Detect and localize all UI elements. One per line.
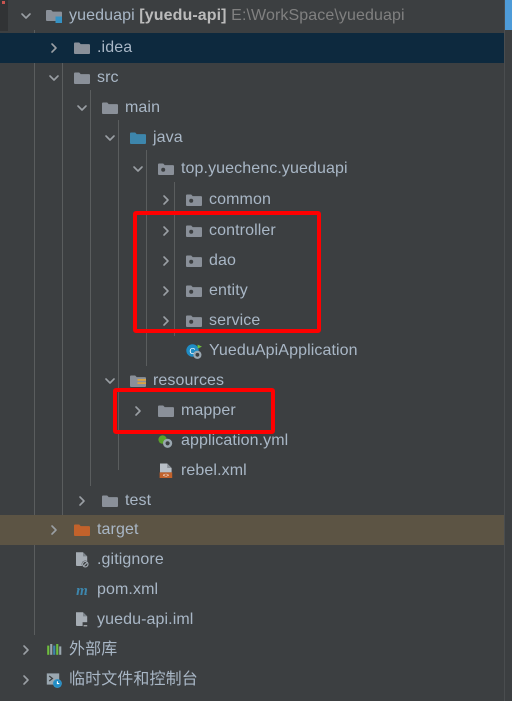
folder-icon bbox=[72, 69, 92, 87]
tree-row-main[interactable]: main bbox=[0, 93, 505, 123]
package-icon bbox=[184, 252, 204, 270]
spring-boot-class-icon: C bbox=[184, 342, 204, 360]
tree-row-controller[interactable]: controller bbox=[0, 216, 505, 246]
svg-text:m: m bbox=[76, 583, 88, 599]
gitignore-file-icon bbox=[72, 551, 92, 569]
chevron-down-icon[interactable] bbox=[74, 100, 90, 116]
chevron-down-icon[interactable] bbox=[102, 130, 118, 146]
chevron-right-icon[interactable] bbox=[18, 642, 34, 658]
external-libraries-icon bbox=[44, 641, 64, 659]
scratches-consoles-icon bbox=[44, 671, 64, 689]
tree-row-dao[interactable]: dao bbox=[0, 246, 505, 276]
tree-row-service[interactable]: service bbox=[0, 306, 505, 336]
tree-row-label-test: test bbox=[125, 492, 152, 509]
tree-row-label-top-yuechenc-yueduapi: top.yuechenc.yueduapi bbox=[181, 160, 348, 177]
svg-text:<>: <> bbox=[163, 473, 169, 479]
tree-row-label-controller: controller bbox=[209, 222, 276, 239]
chevron-down-icon[interactable] bbox=[130, 161, 146, 177]
maven-file-icon: m bbox=[72, 581, 92, 599]
tree-row-label-resources: resources bbox=[153, 372, 225, 389]
iml-file-icon bbox=[72, 611, 92, 629]
tree-row-yueduapiapplication[interactable]: C YueduApiApplication bbox=[0, 336, 505, 366]
folder-icon bbox=[72, 39, 92, 57]
tree-row-src[interactable]: src bbox=[0, 63, 505, 93]
project-tree-panel: yueduapi [yuedu-api] E:\WorkSpace\yuedua… bbox=[0, 0, 512, 701]
chevron-right-icon[interactable] bbox=[18, 672, 34, 688]
chevron-right-icon[interactable] bbox=[158, 223, 174, 239]
chevron-right-icon[interactable] bbox=[158, 313, 174, 329]
chevron-down-icon[interactable] bbox=[18, 8, 34, 24]
tree-row-pom-xml[interactable]: m pom.xml bbox=[0, 575, 505, 605]
chevron-right-icon[interactable] bbox=[158, 283, 174, 299]
chevron-right-icon[interactable] bbox=[46, 522, 62, 538]
tree-row-yuedu-api-iml[interactable]: yuedu-api.iml bbox=[0, 605, 505, 635]
tree-row-yueduapi-root[interactable]: yueduapi [yuedu-api] E:\WorkSpace\yuedua… bbox=[0, 1, 505, 31]
package-icon bbox=[184, 191, 204, 209]
tree-row-label-scratches-and-consoles: 临时文件和控制台 bbox=[69, 671, 198, 688]
vertical-scrollbar-thumb[interactable] bbox=[505, 0, 512, 30]
project-path-hint: E:\WorkSpace\yueduapi bbox=[226, 7, 405, 24]
tree-row-target[interactable]: target bbox=[0, 515, 505, 545]
tree-row-label-src: src bbox=[97, 69, 119, 86]
tree-row-label-target: target bbox=[97, 521, 139, 538]
source-root-folder-icon bbox=[128, 129, 148, 147]
file-tree[interactable]: yueduapi [yuedu-api] E:\WorkSpace\yuedua… bbox=[0, 0, 505, 701]
chevron-down-icon[interactable] bbox=[102, 373, 118, 389]
tree-row-label-dao: dao bbox=[209, 252, 236, 269]
package-icon bbox=[184, 312, 204, 330]
tree-row-java[interactable]: java bbox=[0, 123, 505, 153]
resources-root-folder-icon bbox=[128, 372, 148, 390]
tree-row-label-gitignore: .gitignore bbox=[97, 551, 164, 568]
tree-row-label-common: common bbox=[209, 191, 271, 208]
chevron-right-icon[interactable] bbox=[158, 192, 174, 208]
tree-row-top-yuechenc-yueduapi[interactable]: top.yuechenc.yueduapi bbox=[0, 154, 505, 184]
jrebel-xml-file-icon: <> bbox=[156, 462, 176, 480]
tree-row-gitignore[interactable]: .gitignore bbox=[0, 545, 505, 575]
module-folder-icon bbox=[44, 7, 64, 25]
tree-row-label-entity: entity bbox=[209, 282, 248, 299]
tree-row-common[interactable]: common bbox=[0, 185, 505, 215]
vertical-scrollbar[interactable] bbox=[504, 0, 512, 701]
chevron-right-icon[interactable] bbox=[130, 403, 146, 419]
excluded-folder-icon bbox=[72, 521, 92, 539]
tree-row-label-mapper: mapper bbox=[181, 402, 236, 419]
chevron-right-icon[interactable] bbox=[74, 493, 90, 509]
tree-row-rebel-xml[interactable]: <> rebel.xml bbox=[0, 456, 505, 486]
tree-row-label-idea: .idea bbox=[97, 39, 133, 56]
tree-row-label-rebel-xml: rebel.xml bbox=[181, 462, 247, 479]
tree-row-label-application-yml: application.yml bbox=[181, 432, 289, 449]
chevron-right-icon[interactable] bbox=[158, 253, 174, 269]
folder-icon bbox=[100, 492, 120, 510]
tree-row-label-yueduapi-root: yueduapi [yuedu-api] E:\WorkSpace\yuedua… bbox=[69, 7, 405, 24]
module-name-tag: [yuedu-api] bbox=[134, 7, 227, 24]
package-icon bbox=[156, 160, 176, 178]
tree-row-label-pom-xml: pom.xml bbox=[97, 581, 159, 598]
tree-row-external-libraries[interactable]: 外部库 bbox=[0, 635, 505, 665]
tree-row-idea[interactable]: .idea bbox=[0, 33, 505, 63]
tree-row-label-service: service bbox=[209, 312, 261, 329]
spring-yaml-file-icon bbox=[156, 432, 176, 450]
tree-row-entity[interactable]: entity bbox=[0, 276, 505, 306]
folder-icon bbox=[100, 99, 120, 117]
tree-row-resources[interactable]: resources bbox=[0, 366, 505, 396]
tree-row-label-yueduapiapplication: YueduApiApplication bbox=[209, 342, 358, 359]
chevron-down-icon[interactable] bbox=[46, 70, 62, 86]
tree-row-test[interactable]: test bbox=[0, 486, 505, 516]
tree-row-mapper[interactable]: mapper bbox=[0, 396, 505, 426]
tree-row-label-main: main bbox=[125, 99, 161, 116]
package-icon bbox=[184, 282, 204, 300]
folder-icon bbox=[156, 402, 176, 420]
tree-row-application-yml[interactable]: application.yml bbox=[0, 426, 505, 456]
package-icon bbox=[184, 222, 204, 240]
tree-row-label-java: java bbox=[153, 129, 183, 146]
tree-row-scratches-and-consoles[interactable]: 临时文件和控制台 bbox=[0, 665, 505, 695]
tree-row-label-external-libraries: 外部库 bbox=[69, 641, 118, 658]
chevron-right-icon[interactable] bbox=[46, 40, 62, 56]
tree-row-label-yuedu-api-iml: yuedu-api.iml bbox=[97, 611, 194, 628]
